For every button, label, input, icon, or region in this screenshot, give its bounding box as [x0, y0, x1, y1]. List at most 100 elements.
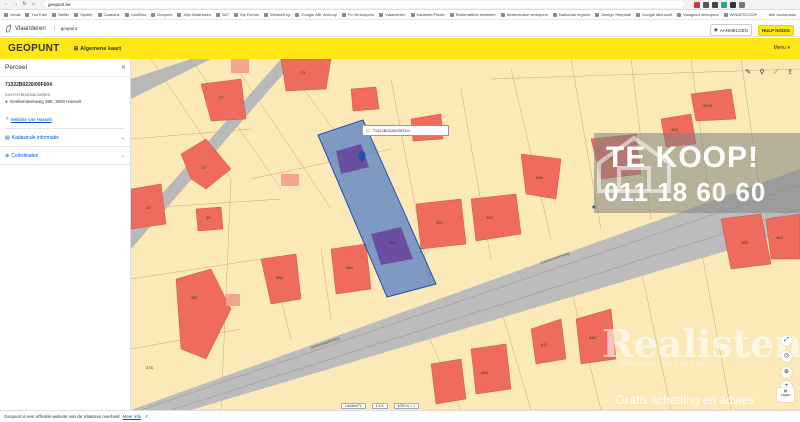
bookmark-item[interactable]: IWT	[216, 12, 229, 17]
bookmark-label: Netflix	[58, 12, 70, 17]
scale-bar: Lambert72 1:1/4 4000 m ≈ 1	[341, 403, 420, 409]
bookmark-label: Mijn Notarissen	[183, 12, 212, 17]
extension-icon[interactable]	[730, 1, 736, 8]
bookmark-item[interactable]: Nederlandse verkopers	[500, 12, 548, 17]
extension-icon[interactable]	[739, 1, 745, 8]
checkbox-icon[interactable]: ☐	[366, 128, 370, 133]
external-link-icon: ↗	[144, 413, 149, 419]
address-text: Genkersteenweg 390, 3500 Hasselt	[9, 99, 82, 104]
bookmark-item[interactable]: Nationaal register	[552, 12, 591, 17]
bookmark-item[interactable]: Google Microsoft	[636, 12, 672, 17]
bookmark-label: Google Afb Verkoop	[301, 12, 338, 17]
close-icon[interactable]: ✕	[121, 64, 126, 71]
house-number: 27	[219, 95, 224, 100]
bookmark-item[interactable]: Vlaanderen	[379, 12, 406, 17]
map-selector[interactable]: ⊞ Algemene kaart	[74, 46, 122, 52]
site-header: Vlaanderen geopunt ◉ AANMELDEN HULP NODI…	[0, 21, 800, 37]
favicon-icon	[723, 12, 728, 17]
map-name-label: Algemene kaart	[80, 45, 122, 52]
measure-icon[interactable]: ⟋	[772, 69, 780, 77]
bookmark-item[interactable]: Cadeaus	[97, 12, 120, 17]
bookmark-label: Bodemattest bestellen	[456, 12, 496, 17]
side-road	[131, 59, 211, 99]
favicon-icon	[410, 12, 415, 17]
bookmark-item[interactable]: Mijn Notarissen	[177, 12, 211, 17]
menu-button[interactable]: Menu ▾	[774, 45, 790, 51]
bookmark-item[interactable]: CadiStar	[124, 12, 147, 17]
back-icon[interactable]: ←	[4, 2, 9, 7]
bookmark-label: Fb Verkoopers	[348, 12, 375, 17]
bookmark-item[interactable]: Bodemattest bestellen	[450, 12, 496, 17]
bookmark-item[interactable]: YouTube	[25, 12, 47, 17]
reload-icon[interactable]: ↻	[22, 2, 27, 7]
bookmark-item[interactable]: Fb Verkoopers	[342, 12, 374, 17]
favicon-icon	[151, 12, 156, 17]
map-toolbar: ✎ ⚲ ⟋ ⇪	[744, 69, 794, 77]
locate-icon[interactable]: ◎	[781, 351, 792, 362]
address-bar[interactable]: geopunt.be	[44, 1, 684, 8]
user-icon: ◉	[713, 27, 718, 32]
help-button[interactable]: HULP NODIG	[757, 24, 794, 36]
bookmark-item[interactable]: Spotify	[74, 12, 93, 17]
map-icon: ⊞	[73, 45, 79, 52]
bookmark-label: CadiStar	[130, 12, 147, 17]
crosshair-icon: ⊕	[5, 152, 10, 159]
link-icon[interactable]: ⚲	[758, 69, 766, 77]
bookmark-item[interactable]: Weltweit.kp	[264, 12, 290, 17]
compass-icon[interactable]: ⊕	[781, 367, 792, 378]
bookmark-item[interactable]: WINDESCOOP	[723, 12, 757, 17]
edit-icon[interactable]: ✎	[744, 69, 752, 77]
bookmark-item[interactable]: Geopunt	[151, 12, 172, 17]
advertisement-overlay: TE KOOP! 011 18 60 60	[594, 133, 800, 358]
layers-icon: ▤	[5, 134, 10, 141]
bookmark-label: YouTube	[31, 12, 48, 17]
all-bookmarks-button[interactable]: Alle bookmarks	[769, 12, 796, 17]
popup-label: 71322B0226/00F004	[372, 128, 410, 133]
accordion-coordinates[interactable]: ⊕ Coördinaten ⌄	[0, 147, 130, 165]
login-label: AANMELDEN	[719, 27, 748, 33]
bookmark-item[interactable]: Kadaster/Finder	[410, 12, 445, 17]
legend-button[interactable]: ▤ Legen	[777, 388, 794, 402]
parcel-panel: Perceel ✕ 71322B0226/00F004 Dichtstbijzi…	[0, 59, 131, 410]
extension-icon[interactable]	[703, 1, 709, 8]
bookmark-item[interactable]: Design Template	[595, 12, 631, 17]
scale-label: 1:1/4	[371, 403, 388, 409]
bookmark-item[interactable]: My Events	[234, 12, 259, 17]
extension-icon[interactable]	[721, 1, 727, 8]
projection-label[interactable]: Lambert72	[341, 403, 366, 409]
bookmark-item[interactable]: Netflix	[52, 12, 69, 17]
chevron-down-icon: ▾	[787, 45, 790, 51]
house-number: 394	[486, 215, 493, 220]
chevron-down-icon: ⌄	[120, 134, 125, 141]
parcel-popup[interactable]: ☐ 71322B0226/00F004	[362, 125, 449, 136]
brand-name[interactable]: Vlaanderen	[15, 26, 46, 32]
bookmark-item[interactable]: Google Afb Verkoop	[295, 12, 337, 17]
house-number: 392	[436, 220, 443, 225]
home-icon[interactable]: ⌂	[31, 2, 36, 7]
favicon-icon	[25, 12, 30, 17]
bookmark-label: Alle bookmarks	[768, 12, 796, 17]
share-icon[interactable]: ⇪	[786, 69, 794, 77]
fullscreen-icon[interactable]: ⤢	[781, 335, 792, 346]
bookmark-item[interactable]: Vastgoed verkopers	[677, 12, 719, 17]
favicon-icon	[552, 12, 557, 17]
forward-icon[interactable]: →	[13, 2, 18, 7]
bookmark-label: Nationaal register	[558, 12, 591, 17]
sub-brand[interactable]: geopunt	[53, 26, 77, 31]
coordinate-label: 4000 m ≈ 1	[393, 403, 420, 409]
address-label: Dichtstbijzijnd adres	[5, 93, 51, 97]
house-number: 382	[191, 295, 198, 300]
map-view[interactable]: 23 27 15 17 19 386 388 392 394 396 398 4…	[131, 59, 800, 410]
favicon-icon	[450, 12, 454, 17]
footer-link[interactable]: Meer info	[123, 414, 142, 419]
municipality-link[interactable]: ↗ Website van Hasselt	[5, 116, 125, 129]
page-footer: Geopunt is een officiële website van de …	[0, 410, 800, 422]
geopunt-logo[interactable]: GEOPUNT	[8, 43, 60, 54]
house-logo-icon	[597, 135, 671, 193]
favicon-icon	[52, 12, 57, 17]
login-button[interactable]: ◉ AANMELDEN	[709, 24, 752, 36]
accordion-cadastral-info[interactable]: ▤ Kadastrale informatie ⌄	[0, 129, 130, 147]
bookmark-item[interactable]: Gmail	[4, 12, 20, 17]
extension-icon[interactable]	[712, 1, 718, 8]
extension-icon[interactable]	[694, 1, 700, 8]
